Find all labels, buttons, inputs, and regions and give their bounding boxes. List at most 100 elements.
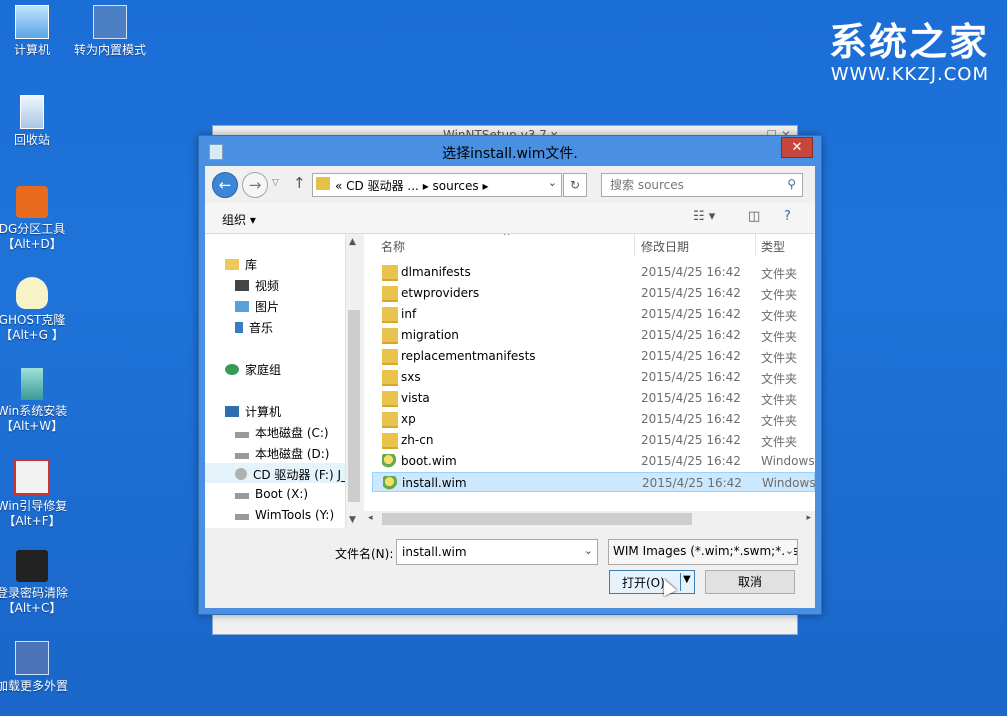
dialog-client: ← → ▽ ↑ « CD 驱动器 ... ▸ sources ▸ ⌄ ↻ ⚲ [205,166,815,608]
column-header-type[interactable]: 类型 [761,238,785,260]
desktop-icon-shortcut: 【Alt+C】 [2,601,62,615]
filename-input[interactable] [400,544,579,560]
filename-combobox[interactable]: ⌄ [396,539,598,565]
nav-item-drive-d[interactable]: 本地磁盘 (D:) [235,445,329,462]
scroll-left-icon[interactable]: ◂ [368,513,373,523]
desktop-icon-boot-repair[interactable]: Win引导修复 【Alt+F】 [0,459,72,529]
help-button[interactable]: ? [784,209,791,224]
desktop-icon-shortcut: 【Alt+D】 [2,237,62,251]
chevron-down-icon[interactable]: ⌄ [584,544,593,557]
search-input[interactable] [608,177,782,193]
scroll-up-icon[interactable]: ▲ [349,237,356,247]
file-row-selected[interactable]: install.wim 2015/4/25 16:42 Windows [372,472,815,492]
cancel-button[interactable]: 取消 [705,570,795,594]
nav-item-computer[interactable]: 计算机 [225,403,281,420]
desktop-icon-load-more[interactable]: 加载更多外置 [0,641,72,694]
brand-url: WWW.KKZJ.COM [830,64,989,85]
desktop-icon-shortcut: 【Alt+G 】 [0,328,64,342]
desktop-icon-shortcut: 【Alt+W】 [0,419,64,433]
scroll-right-icon[interactable]: ▸ [806,513,811,523]
address-bar[interactable]: « CD 驱动器 ... ▸ sources ▸ ⌄ [312,173,562,197]
file-row[interactable]: zh-cn 2015/4/25 16:42 文件夹 [372,430,815,450]
scroll-down-icon[interactable]: ▼ [349,515,356,525]
nav-label: 计算机 [245,405,282,419]
refresh-button[interactable]: ↻ [563,173,587,197]
file-row[interactable]: sxs 2015/4/25 16:42 文件夹 [372,367,815,387]
file-list-horizontal-scrollbar[interactable]: ◂ ▸ [364,511,815,528]
nav-item-homegroup[interactable]: 家庭组 [225,361,281,378]
file-row[interactable]: xp 2015/4/25 16:42 文件夹 [372,409,815,429]
forward-button[interactable]: → [242,172,268,198]
drive-icon [235,514,249,520]
folder-icon [382,286,398,302]
filetype-select[interactable]: WIM Images (*.wim;*.swm;*.esd) ⌄ [608,539,798,565]
nav-label: Boot (X:) [255,487,309,501]
nav-item-cd-drive[interactable]: CD 驱动器 (F:) J_ [205,463,347,483]
column-header-date[interactable]: 修改日期 [641,238,689,260]
desktop-icon-password-clear[interactable]: 登录密码清除 【Alt+C】 [0,550,72,616]
nav-label: 图片 [255,300,280,314]
view-options-button[interactable]: ☷ ▾ [693,209,715,224]
breadcrumb-separator-icon: ▸ [482,179,489,193]
desktop-icon-builtin-mode[interactable]: 转为内置模式 [70,5,150,58]
file-type: Windows [762,476,815,490]
drive-icon [235,453,249,459]
nav-item-drive-y[interactable]: WimTools (Y:) [235,508,334,522]
desktop-icon-recycle-bin[interactable]: 回收站 [0,95,72,148]
nav-item-drive-x[interactable]: Boot (X:) [235,487,308,501]
recent-locations-button[interactable]: ▽ [272,178,279,188]
desktop-icon-win-install[interactable]: Win系统安装 【Alt+W】 [0,368,72,434]
column-divider[interactable] [755,234,756,256]
close-button[interactable]: ✕ [781,137,813,158]
column-header-name[interactable]: 名称 [381,238,405,260]
boot-repair-icon [14,459,50,495]
breadcrumb-overflow[interactable]: « [335,179,342,193]
folder-icon [316,177,330,190]
file-row[interactable]: dlmanifests 2015/4/25 16:42 文件夹 [372,262,815,282]
open-options-dropdown[interactable]: ▼ [683,574,691,585]
nav-item-drive-c[interactable]: 本地磁盘 (C:) [235,424,329,441]
open-button[interactable]: 打开(O) ▼ [609,570,695,594]
file-name: etwproviders [401,286,480,300]
preview-pane-button[interactable]: ◫ [748,209,760,224]
back-button[interactable]: ← [212,172,238,198]
column-divider[interactable] [634,234,635,256]
scrollbar-thumb[interactable] [382,513,692,525]
file-row[interactable]: migration 2015/4/25 16:42 文件夹 [372,325,815,345]
file-row[interactable]: replacementmanifests 2015/4/25 16:42 文件夹 [372,346,815,366]
folder-icon [382,328,398,344]
brand-logo: 系统之家 WWW.KKZJ.COM [829,22,989,85]
desktop-icon-diskgenius[interactable]: DG分区工具 【Alt+D】 [0,186,72,252]
file-row[interactable]: inf 2015/4/25 16:42 文件夹 [372,304,815,324]
nav-item-music[interactable]: 音乐 [235,319,273,336]
file-type: 文件夹 [761,351,798,365]
search-box[interactable]: ⚲ [601,173,803,197]
file-row[interactable]: etwproviders 2015/4/25 16:42 文件夹 [372,283,815,303]
computer-icon [15,5,49,39]
up-button[interactable]: ↑ [293,174,306,192]
file-row[interactable]: boot.wim 2015/4/25 16:42 Windows [372,451,815,471]
scrollbar-thumb[interactable] [348,310,360,502]
nav-item-videos[interactable]: 视频 [235,277,279,294]
folder-icon [382,349,398,365]
dialog-titlebar[interactable]: 选择install.wim文件. ✕ [199,136,821,166]
organize-menu[interactable]: 组织 ▾ [222,211,256,228]
desktop-icon-ghost[interactable]: GHOST克隆 【Alt+G 】 [0,277,72,343]
file-date: 2015/4/25 16:42 [641,265,741,279]
homegroup-icon [225,364,239,375]
breadcrumb: « CD 驱动器 ... ▸ sources ▸ [335,177,489,194]
desktop-icon-computer[interactable]: 计算机 [0,5,72,58]
arrow-up-icon: ↑ [293,174,306,192]
folder-icon [382,433,398,449]
cd-drive-icon [235,468,247,480]
file-row[interactable]: vista 2015/4/25 16:42 文件夹 [372,388,815,408]
nav-item-pictures[interactable]: 图片 [235,298,279,315]
video-icon [235,280,249,291]
nav-item-library[interactable]: 库 [225,256,257,273]
address-dropdown-button[interactable]: ⌄ [548,176,557,189]
music-icon [235,322,243,333]
breadcrumb-item-cd-drive[interactable]: CD 驱动器 ... [346,179,419,193]
navigation-scrollbar[interactable]: ▲ ▼ [345,234,363,528]
breadcrumb-item-sources[interactable]: sources [433,179,479,193]
folder-icon [382,307,398,323]
